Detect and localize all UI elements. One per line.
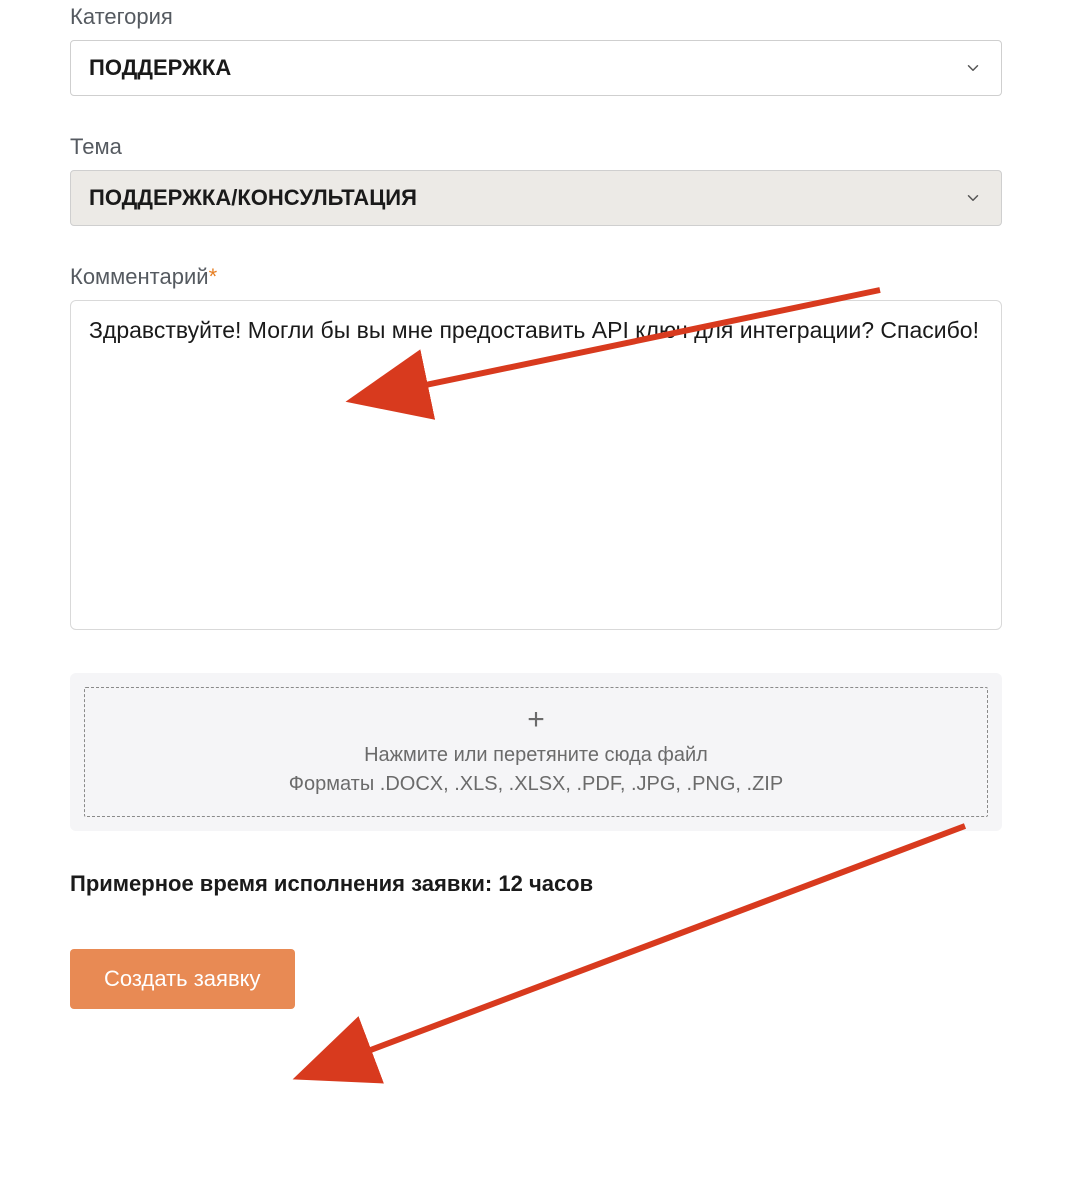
dropzone-line2: Форматы .DOCX, .XLS, .XLSX, .PDF, .JPG, … bbox=[289, 770, 783, 799]
file-dropzone[interactable]: + Нажмите или перетяните сюда файл Форма… bbox=[84, 687, 988, 817]
plus-icon: + bbox=[527, 705, 545, 735]
topic-field: Тема ПОДДЕРЖКА/КОНСУЛЬТАЦИЯ bbox=[70, 134, 1002, 226]
comment-input[interactable] bbox=[70, 300, 1002, 630]
comment-label: Комментарий* bbox=[70, 264, 1002, 290]
chevron-down-icon bbox=[963, 188, 983, 208]
comment-label-text: Комментарий bbox=[70, 264, 209, 289]
eta-duration: 12 часов bbox=[498, 871, 593, 896]
required-mark: * bbox=[209, 264, 218, 289]
dropzone-line1: Нажмите или перетяните сюда файл bbox=[289, 741, 783, 770]
dropzone-container: + Нажмите или перетяните сюда файл Форма… bbox=[70, 673, 1002, 831]
submit-button[interactable]: Создать заявку bbox=[70, 949, 295, 1009]
category-select[interactable]: ПОДДЕРЖКА bbox=[70, 40, 1002, 96]
eta-text: Примерное время исполнения заявки: 12 ча… bbox=[70, 871, 1002, 897]
topic-value: ПОДДЕРЖКА/КОНСУЛЬТАЦИЯ bbox=[89, 185, 417, 211]
category-label: Категория bbox=[70, 4, 1002, 30]
dropzone-text: Нажмите или перетяните сюда файл Форматы… bbox=[289, 741, 783, 799]
topic-select[interactable]: ПОДДЕРЖКА/КОНСУЛЬТАЦИЯ bbox=[70, 170, 1002, 226]
category-field: Категория ПОДДЕРЖКА bbox=[70, 4, 1002, 96]
eta-prefix: Примерное время исполнения заявки: bbox=[70, 871, 498, 896]
topic-label: Тема bbox=[70, 134, 1002, 160]
chevron-down-icon bbox=[963, 58, 983, 78]
comment-field: Комментарий* bbox=[70, 264, 1002, 635]
category-value: ПОДДЕРЖКА bbox=[89, 55, 231, 81]
ticket-form: Категория ПОДДЕРЖКА Тема ПОДДЕРЖКА/КОНСУ… bbox=[70, 0, 1002, 1009]
